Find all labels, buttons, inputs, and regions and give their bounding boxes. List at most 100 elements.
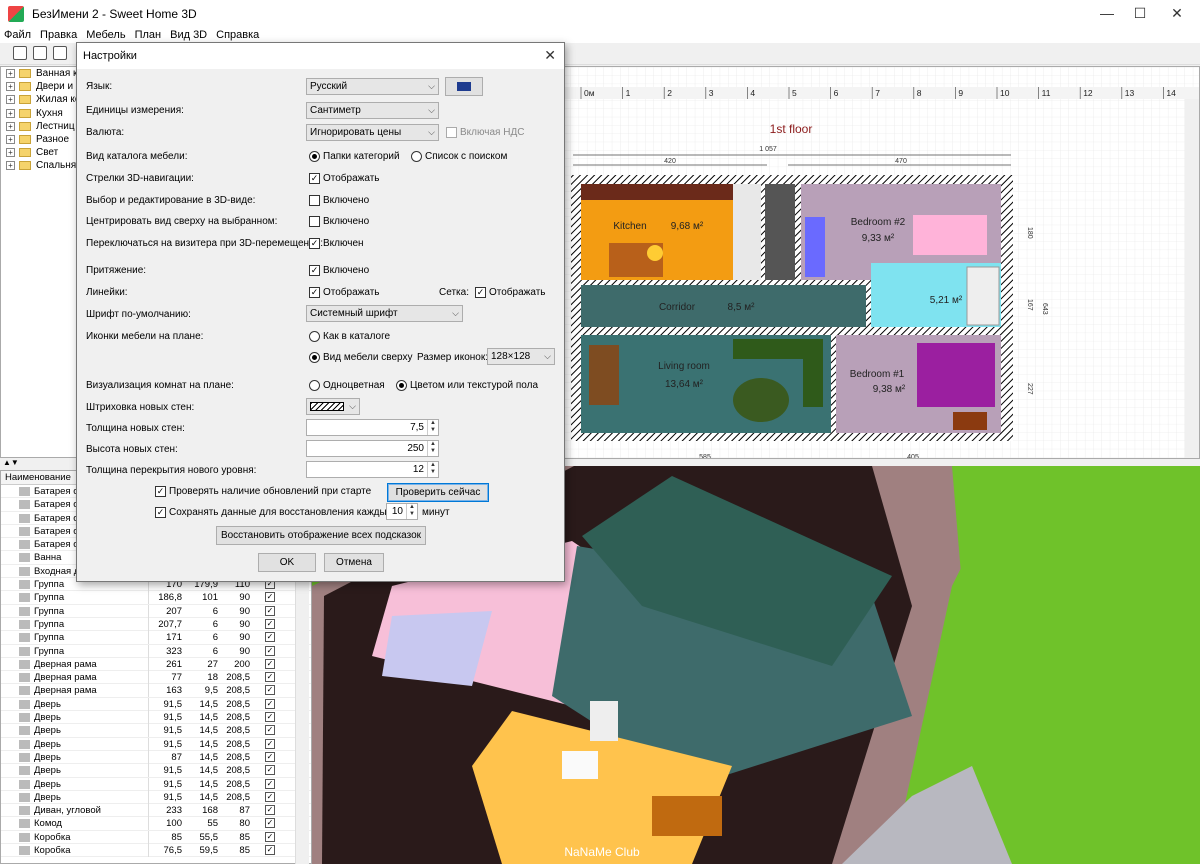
menu-edit[interactable]: Правка <box>40 29 77 41</box>
rulers-checkbox[interactable]: ✓ <box>309 287 320 298</box>
visitor-checkbox[interactable]: ✓ <box>309 238 320 249</box>
visible-checkbox[interactable]: ✓ <box>265 605 275 616</box>
floorthick-spinner[interactable]: 12 ▲ ▼ <box>306 461 439 478</box>
spinner-arrows-icon[interactable]: ▲ ▼ <box>427 441 438 456</box>
expand-icon[interactable]: + <box>6 121 15 131</box>
magnet-checkbox[interactable]: ✓ <box>309 265 320 276</box>
ok-button[interactable]: OK <box>258 553 316 572</box>
icons-topview-radio[interactable] <box>309 352 320 363</box>
font-select[interactable]: Системный шрифт ⌵ <box>306 305 463 322</box>
visible-checkbox[interactable]: ✓ <box>265 791 275 802</box>
menu-help[interactable]: Справка <box>216 29 259 41</box>
language-select[interactable]: Русский ⌵ <box>306 78 439 95</box>
new-home-icon[interactable] <box>13 46 27 60</box>
visible-checkbox[interactable]: ✓ <box>265 698 275 709</box>
table-row[interactable]: Дверь 91,5 14,5 208,5 ✓ <box>1 724 311 738</box>
table-row[interactable]: Дверь 91,5 14,5 208,5 ✓ <box>1 790 311 805</box>
menu-plan[interactable]: План <box>135 29 162 41</box>
table-row[interactable]: Дверная рама 77 18 208,5 ✓ <box>1 671 311 685</box>
table-row[interactable]: Дверь 91,5 14,5 208,5 ✓ <box>1 697 311 712</box>
table-row[interactable]: Дверная рама 163 9,5 208,5 ✓ <box>1 684 311 698</box>
icons-label: Иконки мебели на плане: <box>86 331 204 342</box>
icons-catalog-radio[interactable] <box>309 331 320 342</box>
currency-select[interactable]: Игнорировать цены ⌵ <box>306 124 439 141</box>
autosave-checkbox[interactable]: ✓ <box>155 507 166 518</box>
wallthick-spinner[interactable]: 7,5 ▲ ▼ <box>306 419 439 436</box>
visible-checkbox[interactable]: ✓ <box>265 751 275 762</box>
visible-checkbox[interactable]: ✓ <box>265 778 275 789</box>
table-row[interactable]: Коробка 85 55,5 85 ✓ <box>1 830 311 845</box>
visible-checkbox[interactable]: ✓ <box>265 618 275 629</box>
item-width: 91,5 <box>163 698 183 710</box>
table-row[interactable]: Дверь 91,5 14,5 208,5 ✓ <box>1 711 311 725</box>
vat-checkbox[interactable] <box>446 127 457 138</box>
cancel-button[interactable]: Отмена <box>324 553 384 572</box>
save-icon[interactable] <box>53 46 67 60</box>
spinner-arrows-icon[interactable]: ▲ ▼ <box>427 462 438 477</box>
visible-checkbox[interactable]: ✓ <box>265 818 275 829</box>
expand-icon[interactable]: + <box>6 82 15 92</box>
updates-checkbox[interactable]: ✓ <box>155 486 166 497</box>
close-button[interactable]: ✕ <box>1154 0 1200 27</box>
table-row[interactable]: Коробка 76,5 59,5 85 ✓ <box>1 844 311 858</box>
table-row[interactable]: Дверь 91,5 14,5 208,5 ✓ <box>1 777 311 791</box>
expand-icon[interactable]: + <box>6 69 15 79</box>
spinner-arrows-icon[interactable]: ▲ ▼ <box>406 504 417 519</box>
table-row[interactable]: Комод 100 55 80 ✓ <box>1 817 311 831</box>
table-row[interactable]: Группа 171 6 90 ✓ <box>1 631 311 645</box>
expand-icon[interactable]: + <box>6 95 15 105</box>
table-row[interactable]: Группа 186,8 101 90 ✓ <box>1 591 311 605</box>
menu-furniture[interactable]: Мебель <box>86 29 125 41</box>
staircase[interactable] <box>765 184 795 280</box>
catalog-search-radio[interactable] <box>411 151 422 162</box>
roomrender-mono-radio[interactable] <box>309 380 320 391</box>
expand-icon[interactable]: + <box>6 161 15 171</box>
reset-tips-button[interactable]: Восстановить отображение всех подсказок <box>216 526 426 545</box>
open-icon[interactable] <box>33 46 47 60</box>
visible-checkbox[interactable]: ✓ <box>265 592 275 603</box>
expand-icon[interactable]: + <box>6 135 15 145</box>
visible-checkbox[interactable]: ✓ <box>265 845 275 856</box>
wallheight-spinner[interactable]: 250 ▲ ▼ <box>306 440 439 457</box>
units-select[interactable]: Сантиметр ⌵ <box>306 102 439 119</box>
center-checkbox[interactable] <box>309 216 320 227</box>
visible-checkbox[interactable]: ✓ <box>265 685 275 696</box>
table-row[interactable]: Дверная рама 261 27 200 ✓ <box>1 657 311 672</box>
grid-checkbox[interactable]: ✓ <box>475 287 486 298</box>
select3d-checkbox[interactable] <box>309 195 320 206</box>
visible-checkbox[interactable]: ✓ <box>265 645 275 656</box>
arrows-checkbox[interactable]: ✓ <box>309 173 320 184</box>
plan-scrollbar[interactable] <box>1185 99 1200 459</box>
table-row[interactable]: Дверь 91,5 14,5 208,5 ✓ <box>1 737 311 751</box>
check-now-button[interactable]: Проверить сейчас <box>387 483 489 502</box>
visible-checkbox[interactable]: ✓ <box>265 658 275 669</box>
menu-3dview[interactable]: Вид 3D <box>170 29 207 41</box>
expand-icon[interactable]: + <box>6 148 15 158</box>
catalog-folders-radio[interactable] <box>309 151 320 162</box>
autosave-spinner[interactable]: 10 ▲ ▼ <box>386 503 418 520</box>
visible-checkbox[interactable]: ✓ <box>265 738 275 749</box>
table-row[interactable]: Дверь 87 14,5 208,5 ✓ <box>1 750 311 765</box>
visible-checkbox[interactable]: ✓ <box>265 831 275 842</box>
table-row[interactable]: Группа 207 6 90 ✓ <box>1 604 311 618</box>
expand-icon[interactable]: + <box>6 108 15 118</box>
visible-checkbox[interactable]: ✓ <box>265 805 275 816</box>
visible-checkbox[interactable]: ✓ <box>265 672 275 683</box>
visible-checkbox[interactable]: ✓ <box>265 712 275 723</box>
iconsize-select[interactable]: 128×128 ⌵ <box>487 348 555 365</box>
dialog-close-button[interactable]: ✕ <box>544 47 556 64</box>
visible-checkbox[interactable]: ✓ <box>265 725 275 736</box>
import-language-button[interactable] <box>445 77 483 96</box>
chevron-down-icon: ⌵ <box>544 351 551 361</box>
spinner-arrows-icon[interactable]: ▲ ▼ <box>427 420 438 435</box>
roomrender-texture-radio[interactable] <box>396 380 407 391</box>
table-row[interactable]: Группа 323 6 90 ✓ <box>1 644 311 658</box>
menu-file[interactable]: Файл <box>4 29 31 41</box>
table-row[interactable]: Дверь 91,5 14,5 208,5 ✓ <box>1 764 311 778</box>
hatch-select[interactable]: ⌵ <box>306 398 360 415</box>
visible-checkbox[interactable]: ✓ <box>265 632 275 643</box>
table-row[interactable]: Диван, угловой 233 168 87 ✓ <box>1 804 311 818</box>
table-row[interactable]: Группа 207,7 6 90 ✓ <box>1 617 311 632</box>
room-corridor[interactable] <box>581 285 866 327</box>
visible-checkbox[interactable]: ✓ <box>265 765 275 776</box>
